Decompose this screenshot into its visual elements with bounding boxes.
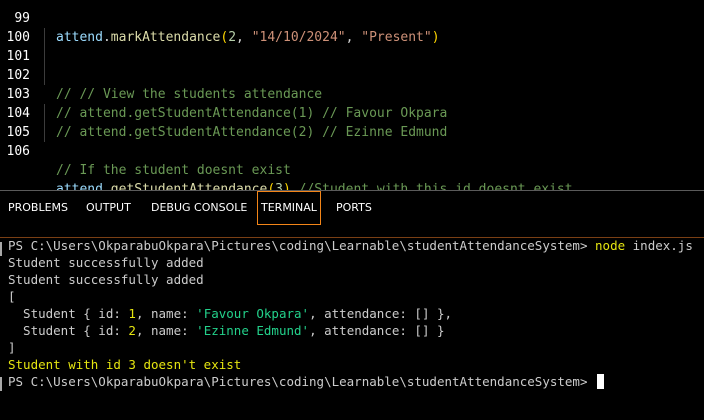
indent-guide xyxy=(44,47,45,66)
prompt: PS C:\Users\OkparabuOkpara\Pictures\codi… xyxy=(8,374,588,389)
terminal-line: Student { id: 1, name: 'Favour Okpara', … xyxy=(8,306,453,321)
code-line[interactable]: 104 xyxy=(0,85,704,121)
panel-tab-bar: PROBLEMS OUTPUT DEBUG CONSOLE TERMINAL P… xyxy=(0,191,704,227)
indent-guide xyxy=(44,104,45,123)
code-comment: // If the student doesnt exist xyxy=(56,163,291,178)
command-decoration[interactable] xyxy=(0,377,2,391)
terminal-line: PS C:\Users\OkparabuOkpara\Pictures\codi… xyxy=(8,237,693,254)
terminal-cursor xyxy=(597,374,605,389)
line-number: 106 xyxy=(6,144,30,159)
tab-output[interactable]: OUTPUT xyxy=(86,191,131,225)
code-line[interactable]: 99 attend.markAttendance(2, "14/10/2024"… xyxy=(0,0,704,45)
terminal-error-line: Student with id 3 doesn't exist xyxy=(8,357,242,372)
indent-guide xyxy=(44,123,45,142)
code-line[interactable]: 105 // If the student doesnt exist xyxy=(0,104,704,178)
indent-guide xyxy=(44,66,45,85)
tab-ports[interactable]: PORTS xyxy=(336,191,372,225)
command-decoration[interactable] xyxy=(0,242,2,256)
code-editor[interactable]: 99 attend.markAttendance(2, "14/10/2024"… xyxy=(0,0,704,190)
command: node xyxy=(595,238,626,253)
tab-debug-console[interactable]: DEBUG CONSOLE xyxy=(151,191,247,225)
indent-guide xyxy=(44,28,45,47)
terminal-line: [ xyxy=(8,289,16,304)
tab-problems[interactable]: PROBLEMS xyxy=(8,191,68,225)
prompt: PS C:\Users\OkparabuOkpara\Pictures\codi… xyxy=(8,238,588,253)
code-line[interactable]: 106 attend.getStudentAttendance(3) //Stu… xyxy=(0,123,704,190)
command-arg: index.js xyxy=(632,238,693,253)
terminal-line: PS C:\Users\OkparabuOkpara\Pictures\codi… xyxy=(8,373,605,390)
terminal-line: Student { id: 2, name: 'Ezinne Edmund', … xyxy=(8,323,445,338)
terminal-line: Student successfully added xyxy=(8,255,204,270)
code-comment: //Student with this id doesnt exist xyxy=(298,182,573,190)
terminal-line: ] xyxy=(8,340,16,355)
terminal-line: Student successfully added xyxy=(8,272,204,287)
code-line[interactable]: 103 // attend.getStudentAttendance(2) //… xyxy=(0,66,704,140)
code-line[interactable]: 100 xyxy=(0,9,704,45)
code-line[interactable]: 101 // // View the students attendance xyxy=(0,28,704,102)
terminal[interactable]: PS C:\Users\OkparabuOkpara\Pictures\codi… xyxy=(0,237,704,420)
code-line[interactable]: 102 // attend.getStudentAttendance(1) //… xyxy=(0,47,704,121)
tab-terminal[interactable]: TERMINAL xyxy=(257,191,321,225)
